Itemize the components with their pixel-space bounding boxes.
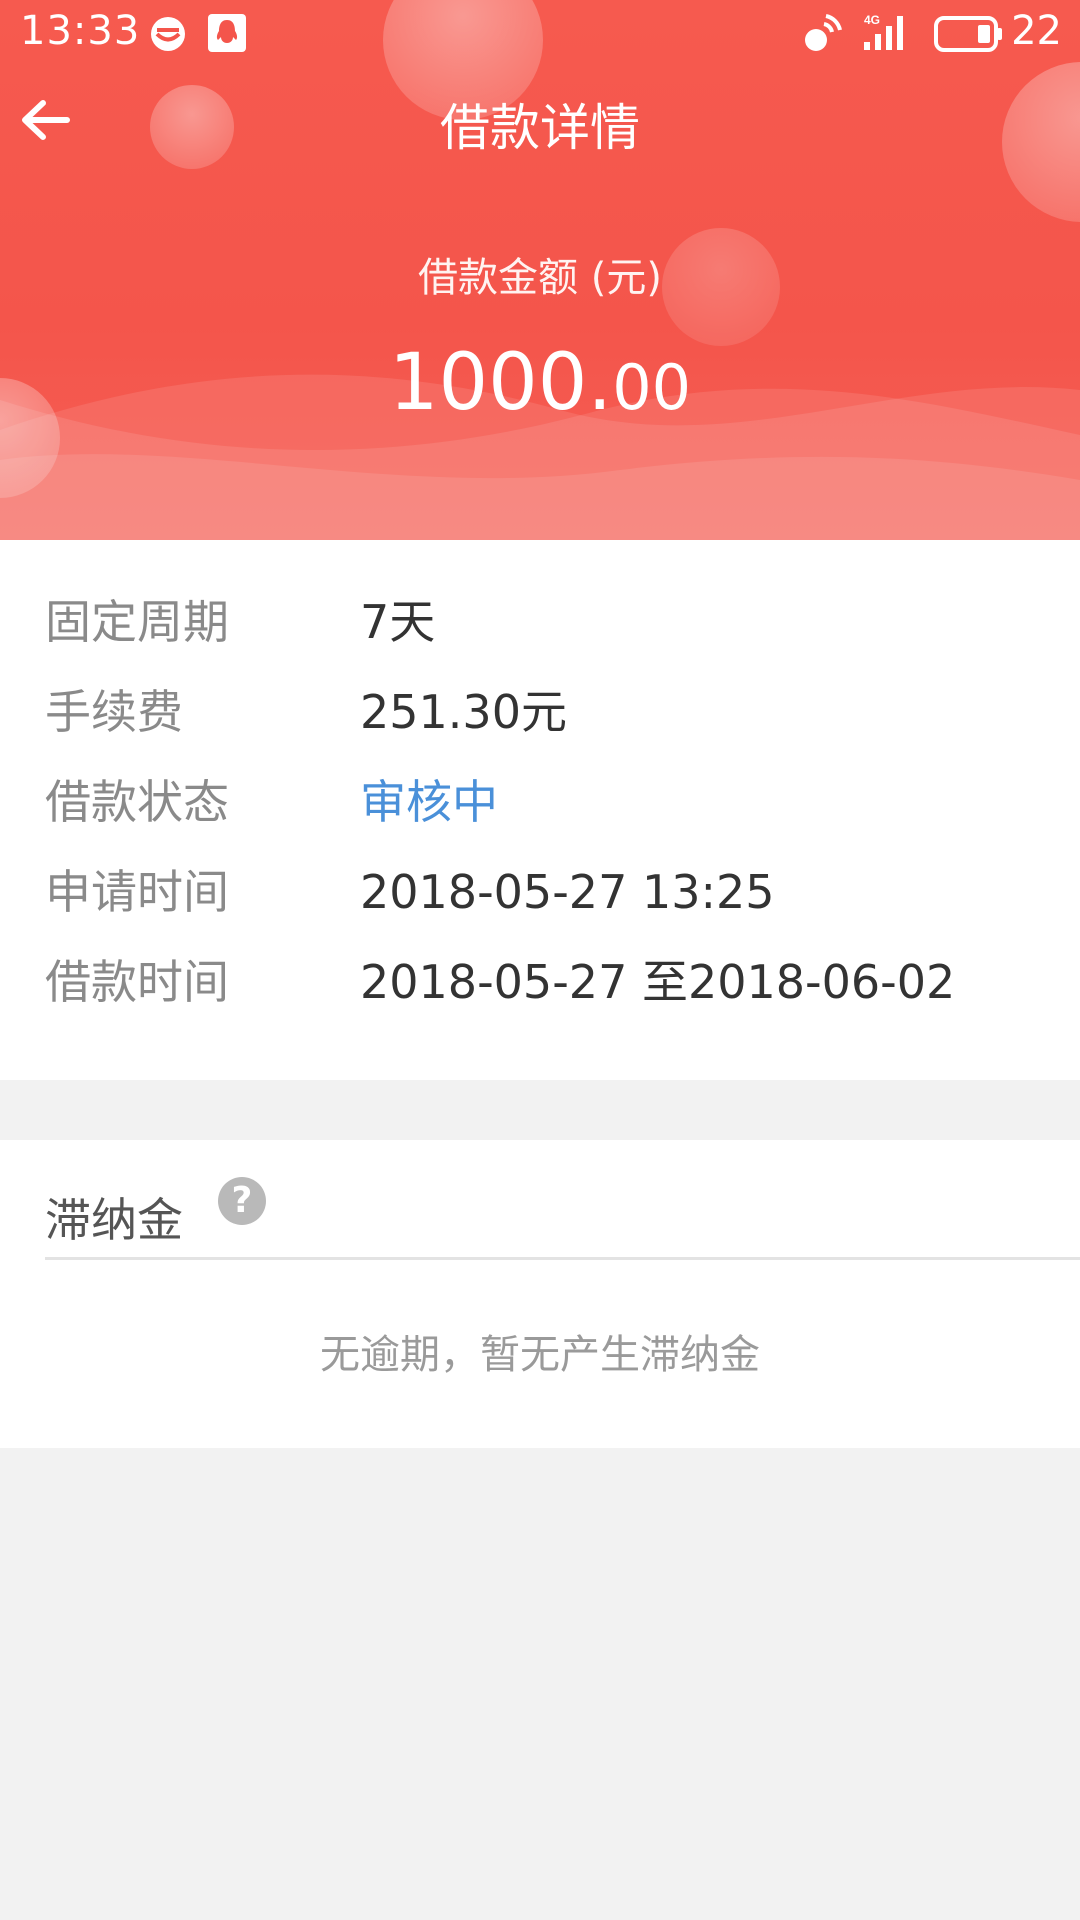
amount-decimal: 00 <box>612 351 692 424</box>
loan-status-value: 审核中 <box>360 775 498 829</box>
late-fee-empty-message: 无逾期，暂无产生滞纳金 <box>320 1332 760 1378</box>
signal-icon: 4G <box>862 10 914 58</box>
network-type-label: 4G <box>864 13 880 27</box>
battery-level: 22 <box>1011 8 1062 54</box>
status-time: 13:33 <box>20 8 141 54</box>
detail-label: 手续费 <box>45 685 183 739</box>
detail-row-apply-time: 申请时间 2018-05-27 13:25 <box>0 847 1080 937</box>
detail-value: 7天 <box>360 595 436 649</box>
loan-header: 13:33 4G 22 借款详情 借款金额 (元) 1000.00 <box>0 0 1080 540</box>
amount-label: 借款金额 (元) <box>418 255 662 301</box>
detail-value: 251.30元 <box>360 685 567 739</box>
detail-label: 固定周期 <box>45 595 229 649</box>
hotspot-icon <box>800 12 844 60</box>
question-mark-icon[interactable]: ? <box>218 1177 266 1225</box>
detail-row-period: 固定周期 7天 <box>0 577 1080 667</box>
detail-value: 2018-05-27 13:25 <box>360 865 775 919</box>
detail-label: 申请时间 <box>45 865 229 919</box>
page-title: 借款详情 <box>440 99 640 157</box>
late-fee-title: 滞纳金 <box>45 1193 183 1247</box>
detail-label: 借款状态 <box>45 775 229 829</box>
detail-value: 2018-05-27 至2018-06-02 <box>360 955 956 1009</box>
detail-row-loan-time: 借款时间 2018-05-27 至2018-06-02 <box>0 937 1080 1027</box>
status-bar: 13:33 4G 22 <box>0 0 1080 70</box>
amount-integer: 1000. <box>388 338 613 428</box>
detail-label: 借款时间 <box>45 955 229 1009</box>
amount-value: 1000.00 <box>0 338 1080 433</box>
late-fee-card: 滞纳金 <box>0 1140 1080 1448</box>
loan-details-card: 固定周期 7天 手续费 251.30元 借款状态 审核中 申请时间 2018-0… <box>0 540 1080 1080</box>
qq-penguin-icon <box>206 12 248 58</box>
detail-row-fee: 手续费 251.30元 <box>0 667 1080 757</box>
divider <box>45 1257 1080 1260</box>
chat-bubble-icon <box>148 14 188 58</box>
detail-row-status: 借款状态 审核中 <box>0 757 1080 847</box>
battery-icon <box>934 16 1004 56</box>
